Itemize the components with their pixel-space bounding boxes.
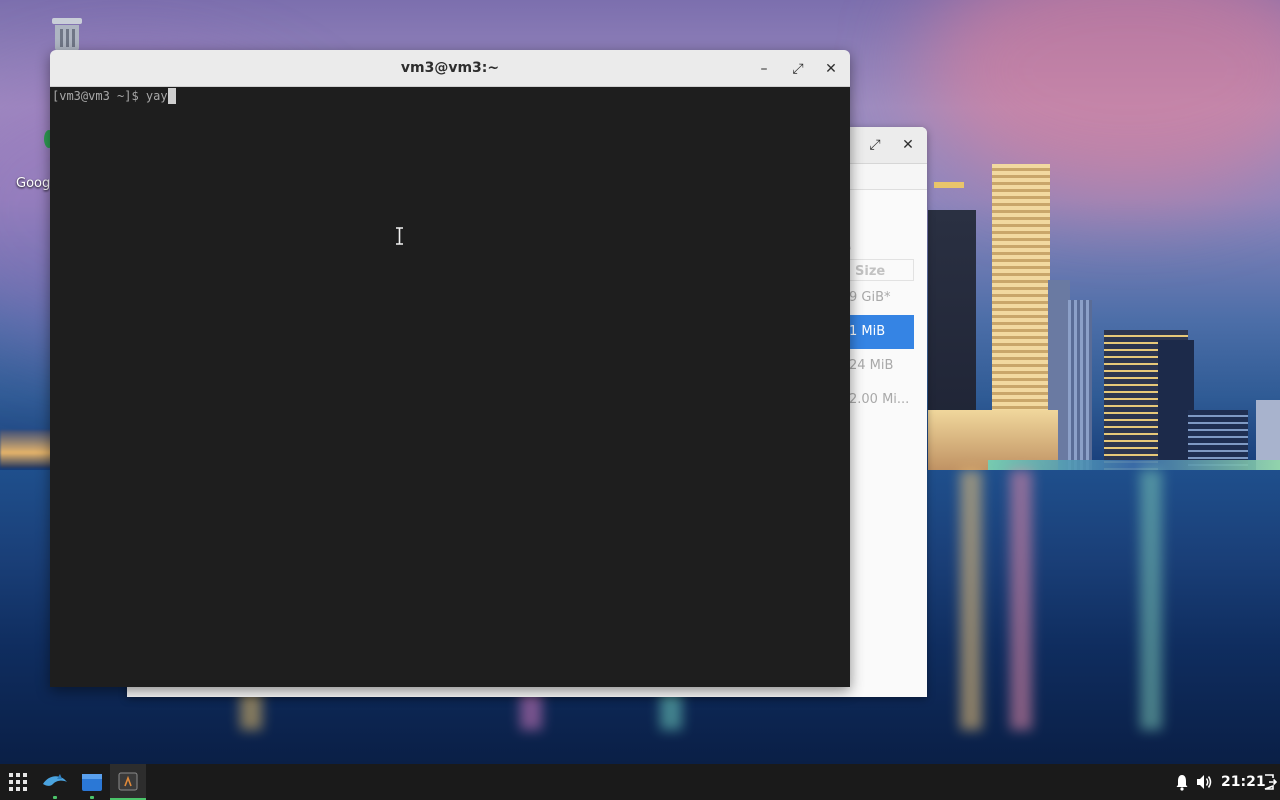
maximize-icon[interactable]: ⤢ [866, 136, 884, 154]
logout-icon[interactable] [1262, 764, 1278, 800]
partition-size: 24 MiB [849, 358, 894, 373]
shell-prompt: [vm3@vm3 ~]$ [52, 89, 146, 103]
partition-size: 9 GiB* [849, 290, 891, 305]
close-icon[interactable]: ✕ [899, 136, 917, 154]
notification-bell-icon[interactable] [1174, 764, 1190, 800]
maximize-icon[interactable]: ⤢ [788, 59, 808, 79]
size-column-header[interactable]: Size [847, 259, 914, 281]
close-icon[interactable]: ✕ [821, 59, 841, 79]
partition-size: 1 MiB [849, 324, 886, 339]
ibeam-cursor-icon [396, 227, 403, 245]
typed-command: yay [145, 89, 168, 103]
taskbar: 21:21 [0, 764, 1280, 800]
minimize-icon[interactable]: – [754, 59, 774, 79]
partition-row-selected[interactable]: 1 MiB [847, 315, 914, 349]
terminal-titlebar[interactable]: vm3@vm3:~ – ⤢ ✕ [50, 50, 850, 87]
window-title: vm3@vm3:~ [400, 60, 500, 76]
partition-row[interactable]: 9 GiB* [847, 281, 914, 315]
clock[interactable]: 21:21 [1221, 764, 1266, 800]
partition-size: 2.00 Mi... [849, 392, 910, 407]
dolphin-app-icon[interactable] [37, 764, 73, 800]
terminal-body[interactable]: [vm3@vm3 ~]$ yay [50, 87, 850, 687]
partition-row[interactable]: 2.00 Mi... [847, 383, 914, 417]
volume-icon[interactable] [1194, 764, 1214, 800]
app-grid-icon[interactable] [0, 764, 36, 800]
file-manager-icon[interactable] [74, 764, 110, 800]
text-cursor [167, 88, 176, 104]
terminal-window[interactable]: vm3@vm3:~ – ⤢ ✕ [vm3@vm3 ~]$ yay [50, 50, 850, 687]
city-skyline [928, 160, 1280, 480]
trash-icon[interactable] [50, 18, 84, 52]
google-chrome-label[interactable]: Goog [16, 176, 50, 191]
command-line[interactable]: [vm3@vm3 ~]$ yay [52, 88, 176, 104]
terminal-taskbar-icon[interactable] [110, 764, 146, 800]
partition-row[interactable]: 24 MiB [847, 349, 914, 383]
